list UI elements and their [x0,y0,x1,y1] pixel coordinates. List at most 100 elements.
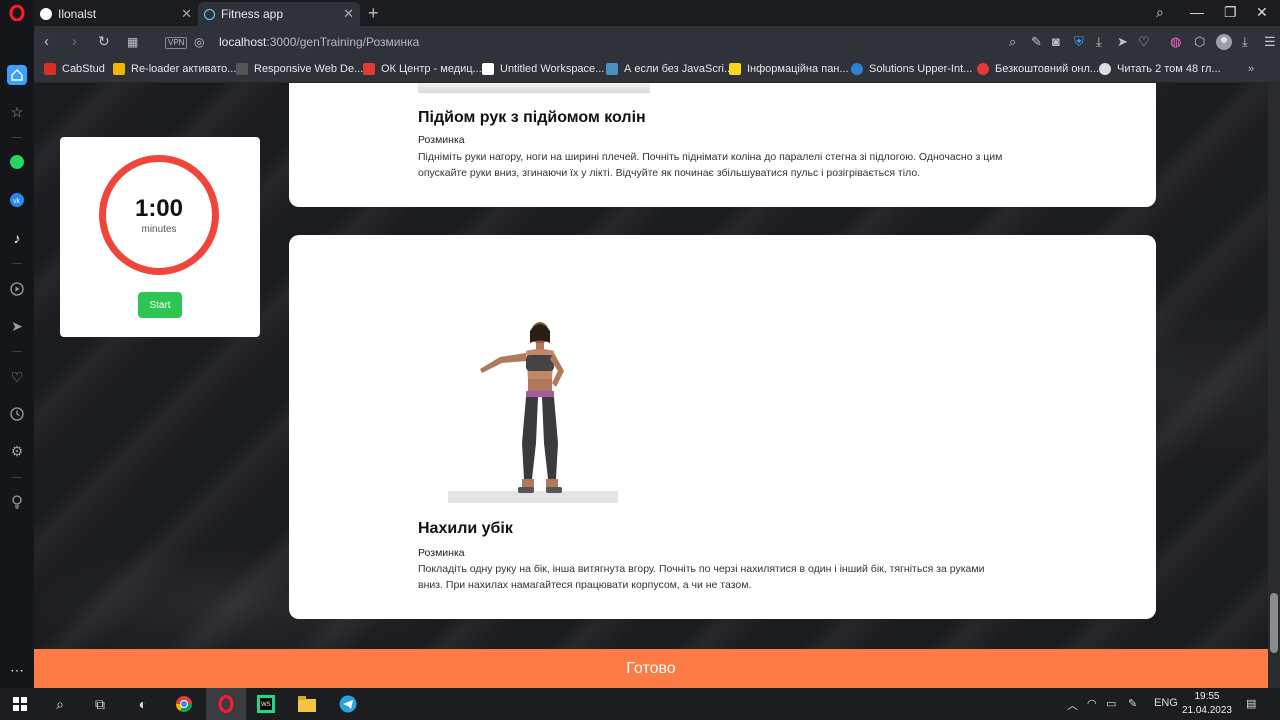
edit-icon[interactable]: ✎ [1031,34,1042,50]
bookmark-item[interactable]: Безкоштовний онл... [977,63,1099,75]
file-explorer-icon[interactable] [297,694,317,714]
start-button[interactable]: Start [138,292,182,318]
aria-icon[interactable]: ◍ [1170,34,1181,50]
reload-button[interactable]: ↻ [98,33,110,50]
avatar[interactable] [1216,34,1232,53]
cube-icon[interactable]: ⬡ [1194,34,1205,50]
telegram-icon[interactable] [338,694,358,714]
easy-setup-icon[interactable]: ☰ [1264,34,1276,50]
forward-button[interactable]: › [72,33,77,50]
heart-icon[interactable]: ♡ [7,367,27,387]
search-icon[interactable]: ⌕ [50,694,70,714]
bookmark-favicon-icon [977,63,989,75]
opera-taskbar-icon[interactable] [216,694,236,714]
clock-date: 21.04.2023 [1181,705,1232,716]
bookmark-favicon-icon [113,63,125,75]
clock-time: 19:55 [1194,691,1220,702]
home-icon[interactable] [7,65,27,85]
shield-icon[interactable]: ⛨ [1074,34,1084,50]
back-button[interactable]: ‹ [44,33,49,50]
tab-fitness-app[interactable]: Fitness app ✕ [198,2,360,26]
camera-icon[interactable]: ◙ [1052,34,1060,49]
windows-start-icon[interactable] [10,694,30,714]
scrollbar-thumb[interactable] [1270,593,1278,653]
more-icon[interactable]: ⋯ [7,660,27,680]
network-icon[interactable]: ◠ [1087,697,1097,710]
bookmark-favicon-icon [363,63,375,75]
search-icon[interactable]: ⌕ [1009,34,1016,50]
bookmark-label: Solutions Upper-Int... [869,63,973,75]
windows-taskbar: ⌕ ⧉ ◐ WS ︿ ◠ ▭ ✎ ENG 19:55 21.04.2023 ▤ [0,688,1280,720]
exercise-title: Підйом рук з підйомом колін [418,109,646,126]
close-tab-icon[interactable]: ✕ [181,6,192,22]
exercise-image [418,283,650,505]
address-bar: ‹ › ↻ ▦ VPN ◎ localhost:3000/genTraining… [34,26,1280,58]
exercise-category: Розминка [418,134,465,146]
history-icon[interactable] [7,404,27,424]
done-button[interactable]: Готово [34,649,1268,688]
exercise-card: Нахили убік Розминка Покладіть одну руку… [289,235,1156,619]
heart-icon[interactable]: ♡ [1138,34,1150,50]
close-window-button[interactable]: ✕ [1256,4,1268,21]
downloads-icon[interactable]: ⤓ [1242,34,1248,50]
bookmark-item[interactable]: ОК Центр - медиц... [363,63,482,75]
minimize-button[interactable]: — [1190,4,1204,20]
bookmark-favicon-icon [606,63,618,75]
tab-github[interactable]: Ilonalst ✕ [34,2,198,26]
bookmark-label: Читать 2 том 48 гл... [1117,63,1221,75]
more-bookmarks-icon[interactable]: » [1248,63,1254,75]
bookmark-item[interactable]: Responsive Web De... [236,63,363,75]
system-clock[interactable]: 19:55 21.04.2023 [1182,690,1232,718]
download-icon[interactable]: ⤓ [1096,34,1102,50]
whatsapp-icon[interactable] [7,152,27,172]
bookmark-label: Re-loader активато... [131,63,237,75]
settings-gear-icon[interactable]: ⚙ [7,441,27,461]
github-icon [40,8,52,20]
url-host: localhost [219,35,267,49]
player-icon[interactable] [7,279,27,299]
tray-chevron-icon[interactable]: ︿ [1067,697,1078,713]
tabs-grid-icon[interactable]: ▦ [127,35,138,49]
bookmark-item[interactable]: Інформаційна пан... [729,63,849,75]
bookmark-favicon-icon [729,63,741,75]
bookmark-item[interactable]: А если без JavaScri... [606,63,733,75]
battery-icon[interactable]: ▭ [1106,697,1116,710]
url-path: :3000/genTraining/Розминка [266,35,420,49]
react-icon [204,8,215,20]
bookmark-favicon-icon [482,63,494,75]
sidebar-separator [12,477,22,478]
speed-dial-icon[interactable]: ☆ [7,102,27,122]
bookmark-item[interactable]: Читать 2 том 48 гл... [1099,63,1221,75]
bookmark-label: Безкоштовний онл... [995,63,1100,75]
language-indicator[interactable]: ENG [1154,697,1178,709]
pen-icon[interactable]: ✎ [1128,697,1137,710]
bookmark-item[interactable]: Re-loader активато... [113,63,236,75]
close-tab-icon[interactable]: ✕ [343,6,354,22]
opera-logo-icon[interactable] [7,3,27,23]
task-view-icon[interactable]: ⧉ [90,694,110,714]
timer-ring: 1:00 minutes [99,155,219,275]
send-icon[interactable]: ➤ [7,316,27,336]
search-tabs-icon[interactable]: ⌕ [1156,4,1164,21]
vk-icon[interactable]: vk [7,190,27,210]
chrome-icon[interactable] [174,694,194,714]
bookmark-item[interactable]: CabStud [44,63,105,75]
browser-sidebar: ☆ vk ♪ ➤ ♡ ⚙ ⋯ [0,0,34,688]
page-scrollbar[interactable] [1268,83,1280,688]
send-icon[interactable]: ➤ [1117,34,1128,50]
paint-icon[interactable]: ◐ [133,694,153,714]
vpn-badge[interactable]: VPN [165,37,188,49]
maximize-button[interactable]: ❐ [1224,4,1237,21]
lightbulb-icon[interactable] [7,492,27,512]
bookmark-item[interactable]: Untitled Workspace... [482,63,604,75]
tiktok-icon[interactable]: ♪ [7,228,27,248]
notification-icon[interactable]: ▤ [1246,697,1256,710]
webstorm-icon[interactable]: WS [256,694,276,714]
bookmark-item[interactable]: Solutions Upper-Int... [851,63,972,75]
bookmark-label: Untitled Workspace... [500,63,605,75]
tab-title: Fitness app [221,7,284,21]
url-field[interactable]: localhost:3000/genTraining/Розминка [219,35,419,49]
sidebar-separator [12,263,22,264]
new-tab-button[interactable]: + [368,3,379,24]
exercise-title: Нахили убік [418,520,513,537]
